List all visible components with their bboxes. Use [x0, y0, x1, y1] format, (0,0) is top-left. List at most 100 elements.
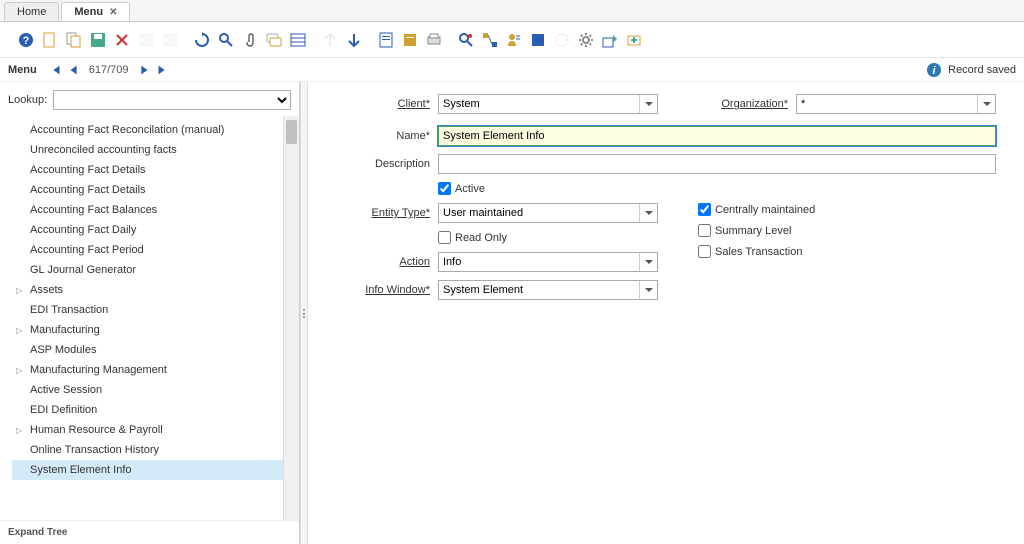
info-window-field[interactable]	[438, 280, 658, 300]
tree-item[interactable]: EDI Transaction	[12, 300, 295, 320]
save-icon[interactable]	[88, 30, 108, 50]
tree-item[interactable]: Manufacturing Management	[12, 360, 295, 380]
tab-bar: Home Menu ✕	[0, 0, 1024, 22]
tree-item[interactable]: Online Transaction History	[12, 440, 295, 460]
action-field[interactable]	[438, 252, 658, 272]
organization-field[interactable]	[796, 94, 996, 114]
sales-transaction-checkbox[interactable]: Sales Transaction	[698, 245, 802, 258]
info-window-label[interactable]: Info Window	[328, 284, 438, 296]
first-record-icon[interactable]	[47, 61, 65, 79]
entity-type-field[interactable]	[438, 203, 658, 223]
request-icon[interactable]	[504, 30, 524, 50]
record-position: 617/709	[89, 64, 129, 76]
active-checkbox[interactable]: Active	[438, 182, 485, 195]
detail-record-icon[interactable]	[344, 30, 364, 50]
toolbar: ?	[0, 22, 1024, 58]
tree-scrollbar[interactable]	[283, 116, 299, 520]
help-icon[interactable]: ?	[16, 30, 36, 50]
tree-item[interactable]: Accounting Fact Reconcilation (manual)	[12, 120, 295, 140]
description-label: Description	[328, 158, 438, 170]
gear-icon[interactable]	[576, 30, 596, 50]
tree-item[interactable]: Assets	[12, 280, 295, 300]
organization-input[interactable]	[797, 98, 977, 110]
parent-record-icon	[320, 30, 340, 50]
zoom-across-icon[interactable]	[456, 30, 476, 50]
sales-transaction-checkbox-input[interactable]	[698, 245, 711, 258]
tree-item[interactable]: Accounting Fact Daily	[12, 220, 295, 240]
tab-home-label: Home	[17, 6, 46, 18]
lookup-select[interactable]	[53, 90, 291, 110]
scrollbar-thumb[interactable]	[286, 120, 297, 144]
archive-icon[interactable]	[400, 30, 420, 50]
lookup-label: Lookup:	[8, 94, 47, 106]
tree-item[interactable]: Accounting Fact Balances	[12, 200, 295, 220]
action-label[interactable]: Action	[328, 256, 438, 268]
tree-item[interactable]: Human Resource & Payroll	[12, 420, 295, 440]
client-field[interactable]	[438, 94, 658, 114]
summary-level-checkbox-input[interactable]	[698, 224, 711, 237]
organization-label[interactable]: Organization	[706, 98, 796, 110]
active-checkbox-label: Active	[455, 183, 485, 195]
product-info-icon[interactable]	[528, 30, 548, 50]
entity-type-input[interactable]	[439, 207, 639, 219]
tab-menu[interactable]: Menu ✕	[61, 2, 130, 21]
tree-item[interactable]: Active Session	[12, 380, 295, 400]
tree-item[interactable]: System Element Info	[12, 460, 295, 480]
chevron-down-icon[interactable]	[639, 204, 657, 222]
attachment-icon[interactable]	[240, 30, 260, 50]
centrally-maintained-checkbox[interactable]: Centrally maintained	[698, 203, 815, 216]
splitter-handle[interactable]: ⋮	[300, 82, 308, 544]
sales-transaction-checkbox-label: Sales Transaction	[715, 246, 802, 258]
undo-icon	[136, 30, 156, 50]
read-only-checkbox[interactable]: Read Only	[438, 231, 507, 244]
tree-item[interactable]: EDI Definition	[12, 400, 295, 420]
read-only-checkbox-input[interactable]	[438, 231, 451, 244]
entity-type-label[interactable]: Entity Type	[328, 207, 438, 219]
grid-toggle-icon[interactable]	[288, 30, 308, 50]
description-field[interactable]	[438, 154, 996, 174]
client-input[interactable]	[439, 98, 639, 110]
workflow-icon[interactable]	[480, 30, 500, 50]
next-record-icon[interactable]	[135, 61, 153, 79]
summary-level-checkbox[interactable]: Summary Level	[698, 224, 791, 237]
export-icon[interactable]	[600, 30, 620, 50]
tab-menu-label: Menu	[74, 6, 103, 18]
chat-icon[interactable]	[264, 30, 284, 50]
form-panel: Client Organization Name	[308, 82, 1024, 544]
report-icon[interactable]	[376, 30, 396, 50]
summary-level-checkbox-label: Summary Level	[715, 225, 791, 237]
chevron-down-icon[interactable]	[639, 95, 657, 113]
client-label[interactable]: Client	[328, 98, 438, 110]
info-window-input[interactable]	[439, 284, 639, 296]
centrally-maintained-checkbox-input[interactable]	[698, 203, 711, 216]
find-icon[interactable]	[216, 30, 236, 50]
copy-icon[interactable]	[64, 30, 84, 50]
prev-record-icon[interactable]	[65, 61, 83, 79]
new-icon[interactable]	[40, 30, 60, 50]
tree-item[interactable]: Accounting Fact Details	[12, 160, 295, 180]
tree-item[interactable]: Accounting Fact Details	[12, 180, 295, 200]
tree-item[interactable]: Unreconciled accounting facts	[12, 140, 295, 160]
menu-tree: Accounting Fact Reconcilation (manual)Un…	[0, 116, 299, 484]
tree-item[interactable]: ASP Modules	[12, 340, 295, 360]
info-icon: i	[926, 62, 942, 78]
name-label: Name	[328, 130, 438, 142]
chevron-down-icon[interactable]	[639, 253, 657, 271]
chevron-down-icon[interactable]	[639, 281, 657, 299]
delete-icon[interactable]	[112, 30, 132, 50]
name-field[interactable]	[438, 126, 996, 146]
refresh-icon[interactable]	[192, 30, 212, 50]
expand-tree-link[interactable]: Expand Tree	[0, 520, 299, 544]
import-icon[interactable]	[624, 30, 644, 50]
print-icon[interactable]	[424, 30, 444, 50]
action-input[interactable]	[439, 256, 639, 268]
close-icon[interactable]: ✕	[109, 7, 117, 18]
chevron-down-icon[interactable]	[977, 95, 995, 113]
tab-home[interactable]: Home	[4, 2, 59, 21]
tree-item[interactable]: GL Journal Generator	[12, 260, 295, 280]
tree-item[interactable]: Manufacturing	[12, 320, 295, 340]
active-checkbox-input[interactable]	[438, 182, 451, 195]
tree-item[interactable]: Accounting Fact Period	[12, 240, 295, 260]
last-record-icon[interactable]	[153, 61, 171, 79]
read-only-checkbox-label: Read Only	[455, 232, 507, 244]
